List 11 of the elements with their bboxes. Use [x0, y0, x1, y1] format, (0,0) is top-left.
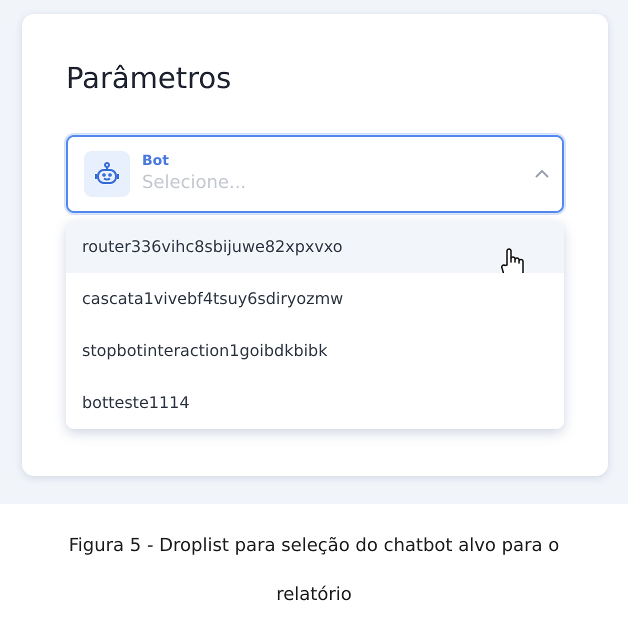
field-label: Bot	[142, 152, 170, 170]
figure-caption: Figura 5 - Droplist para seleção do chatbot alvo para o relatório	[68, 534, 560, 607]
dropdown-option[interactable]: botteste1114	[66, 377, 564, 429]
bot-select-field[interactable]: Bot Selecione...	[66, 135, 564, 213]
dropdown-option[interactable]: cascata1vivebf4tsuy6sdiryozmw	[66, 273, 564, 325]
field-placeholder: Selecione...	[142, 171, 248, 195]
dropdown-option[interactable]: router336vihc8sbijuwe82xpxvxo	[66, 221, 564, 273]
dropdown-option[interactable]: stopbotinteraction1goibdkbibk	[66, 325, 564, 377]
robot-icon	[94, 162, 120, 186]
chevron-icon	[534, 169, 550, 179]
panel-title: Parâmetros	[66, 60, 232, 97]
